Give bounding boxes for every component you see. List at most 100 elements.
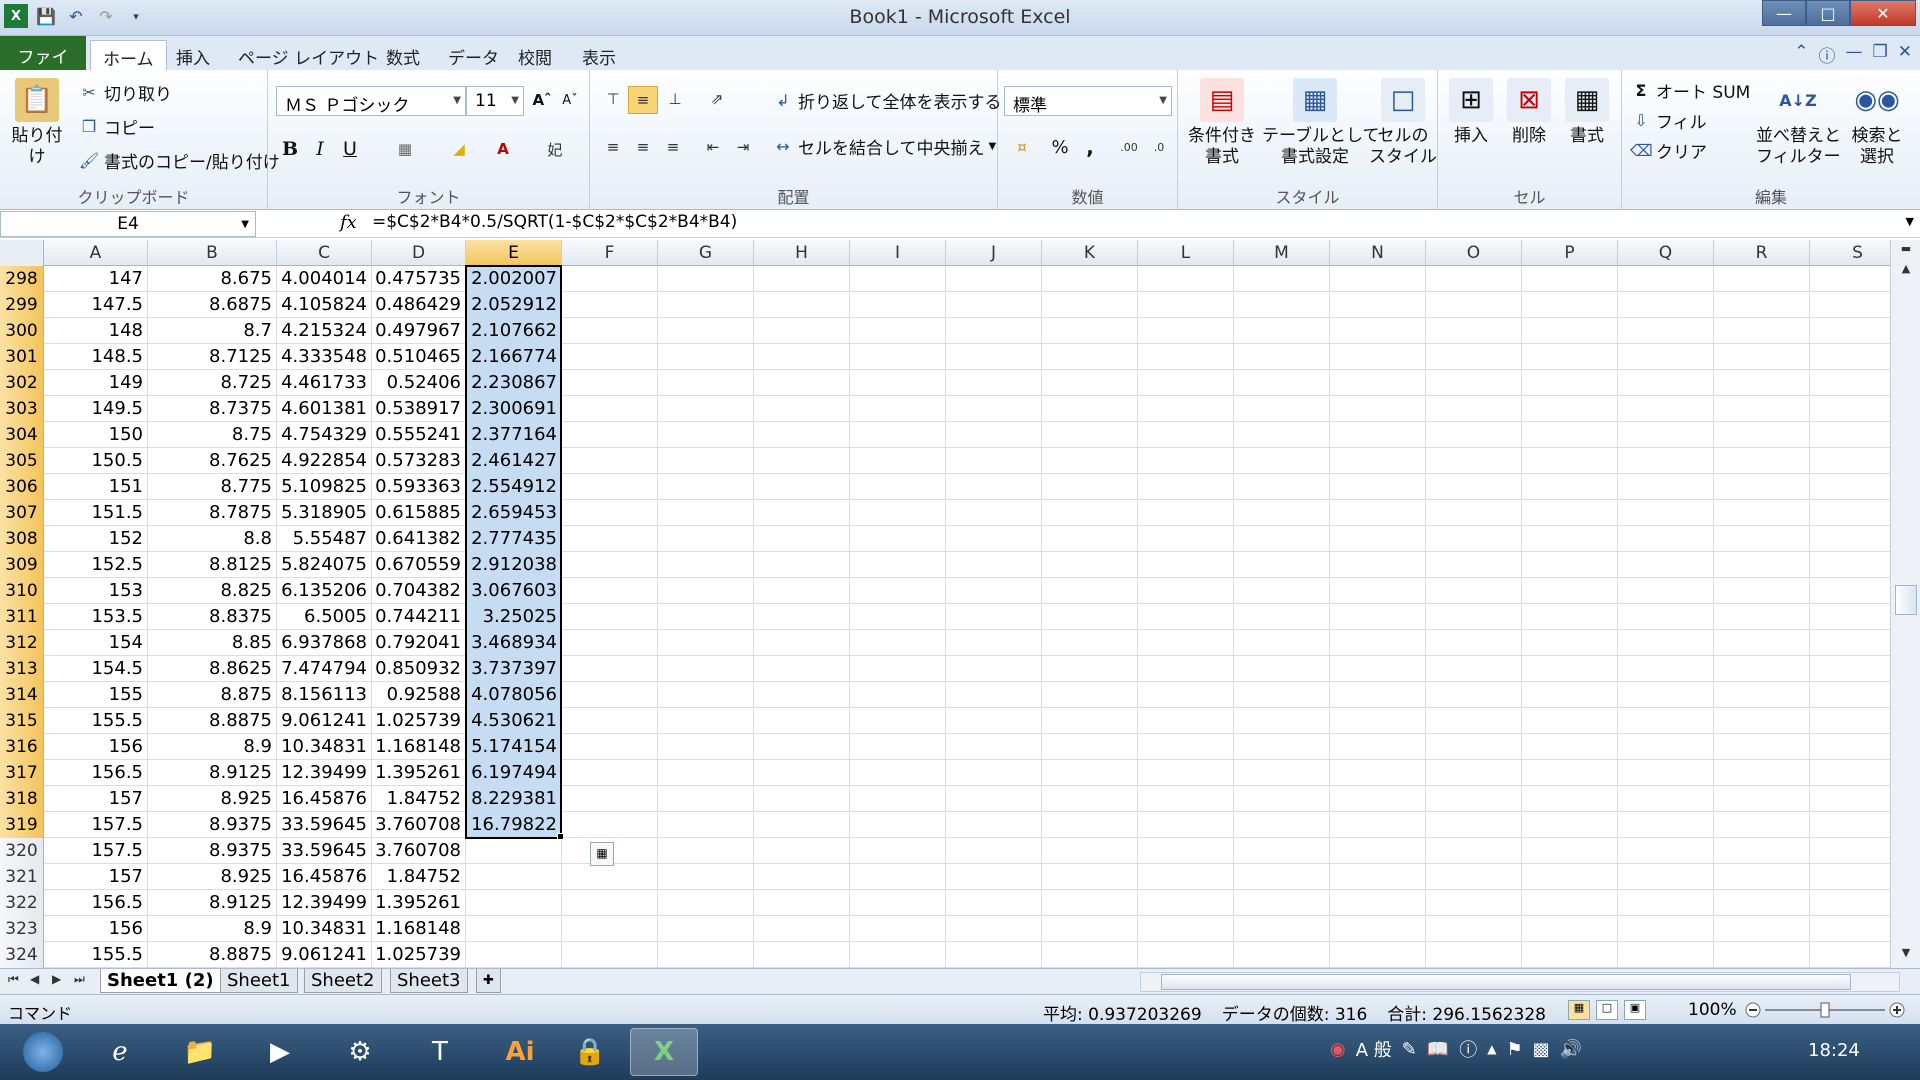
cell-a[interactable]: 154.5 [44, 656, 148, 682]
cell-e[interactable]: 8.229381 [466, 786, 562, 812]
cell-empty[interactable] [754, 734, 850, 760]
cell-b[interactable]: 8.7125 [148, 344, 277, 370]
cell-empty[interactable] [1042, 630, 1138, 656]
cell-d[interactable]: 0.615885 [372, 500, 466, 526]
cell-a[interactable]: 147.5 [44, 292, 148, 318]
cell-empty[interactable] [946, 864, 1042, 890]
cell-empty[interactable] [850, 500, 946, 526]
cell-empty[interactable] [1042, 422, 1138, 448]
cell-b[interactable]: 8.6875 [148, 292, 277, 318]
cell-a[interactable]: 149.5 [44, 396, 148, 422]
cell-d[interactable]: 3.760708 [372, 812, 466, 838]
cell-empty[interactable] [850, 266, 946, 292]
cell-e[interactable]: 2.659453 [466, 500, 562, 526]
cell-empty[interactable] [1810, 500, 1890, 526]
cell-empty[interactable] [850, 812, 946, 838]
cell-b[interactable]: 8.75 [148, 422, 277, 448]
cell-empty[interactable] [1426, 344, 1522, 370]
cell-b[interactable]: 8.7625 [148, 448, 277, 474]
first-sheet-icon[interactable]: ⏮ [8, 972, 19, 987]
cell-empty[interactable] [1330, 656, 1426, 682]
cell-empty[interactable] [1426, 890, 1522, 916]
cell-empty[interactable] [1234, 344, 1330, 370]
next-sheet-icon[interactable]: ▶ [52, 972, 61, 986]
cell-empty[interactable] [1138, 422, 1234, 448]
font-size-combo[interactable]: 11 ▼ [466, 86, 524, 116]
cell-c[interactable]: 5.109825 [277, 474, 372, 500]
cell-empty[interactable] [1426, 474, 1522, 500]
cell-empty[interactable] [1618, 448, 1714, 474]
cell-b[interactable]: 8.8625 [148, 656, 277, 682]
ime-help-icon[interactable]: ⓘ [1459, 1036, 1477, 1062]
cell-c[interactable]: 5.318905 [277, 500, 372, 526]
cell-e[interactable]: 16.79822 [466, 812, 562, 838]
cell-empty[interactable] [1234, 630, 1330, 656]
cell-empty[interactable] [1138, 864, 1234, 890]
row-header[interactable]: 301 [0, 344, 44, 370]
cell-empty[interactable] [1522, 630, 1618, 656]
column-header-i[interactable]: I [850, 240, 946, 266]
cell-empty[interactable] [1618, 942, 1714, 968]
normal-view-icon[interactable]: ▦ [1568, 1000, 1590, 1020]
cell-a[interactable]: 152 [44, 526, 148, 552]
cell-b[interactable]: 8.8125 [148, 552, 277, 578]
cell-c[interactable]: 9.061241 [277, 942, 372, 968]
cell-empty[interactable] [754, 370, 850, 396]
cell-empty[interactable] [1714, 370, 1810, 396]
cell-empty[interactable] [1138, 916, 1234, 942]
tab-data[interactable]: データ [436, 40, 511, 70]
cell-empty[interactable] [850, 838, 946, 864]
cell-empty[interactable] [1714, 812, 1810, 838]
cell-empty[interactable] [850, 656, 946, 682]
cell-empty[interactable] [1138, 734, 1234, 760]
cell-empty[interactable] [1714, 474, 1810, 500]
cell-d[interactable]: 0.573283 [372, 448, 466, 474]
row-header[interactable]: 300 [0, 318, 44, 344]
cell-e[interactable]: 2.777435 [466, 526, 562, 552]
cell-empty[interactable] [1714, 396, 1810, 422]
prev-sheet-icon[interactable]: ◀ [30, 972, 39, 986]
cell-empty[interactable] [754, 812, 850, 838]
cell-empty[interactable] [946, 838, 1042, 864]
collapse-ribbon-icon[interactable]: ⌃ [1794, 42, 1808, 67]
cell-empty[interactable] [1138, 266, 1234, 292]
cell-empty[interactable] [1330, 812, 1426, 838]
cell-b[interactable]: 8.725 [148, 370, 277, 396]
cell-empty[interactable] [1042, 604, 1138, 630]
cell-empty[interactable] [562, 448, 658, 474]
format-painter-button[interactable]: 🖌 書式のコピー/貼り付け [78, 148, 280, 173]
cell-a[interactable]: 157 [44, 786, 148, 812]
autosum-button[interactable]: Σ オート SUM [1630, 78, 1751, 103]
cell-empty[interactable] [1234, 422, 1330, 448]
sheet-tab-sheet2[interactable]: Sheet2 [304, 969, 382, 993]
cell-empty[interactable] [1522, 838, 1618, 864]
align-right-icon[interactable]: ≡ [660, 134, 686, 160]
dictionary-icon[interactable]: 📖 [1427, 1039, 1449, 1060]
cell-b[interactable]: 8.9375 [148, 812, 277, 838]
cell-empty[interactable] [850, 630, 946, 656]
tab-file[interactable]: ファイル [0, 36, 86, 93]
cell-a[interactable]: 148.5 [44, 344, 148, 370]
cell-empty[interactable] [1522, 916, 1618, 942]
cell-empty[interactable] [1330, 448, 1426, 474]
security-app-icon[interactable]: 🔒 [556, 1028, 624, 1076]
cell-empty[interactable] [1810, 448, 1890, 474]
cell-empty[interactable] [850, 396, 946, 422]
cell-empty[interactable] [562, 786, 658, 812]
cell-empty[interactable] [1522, 656, 1618, 682]
cell-empty[interactable] [1810, 578, 1890, 604]
action-center-icon[interactable]: ⚑ [1507, 1039, 1523, 1060]
cell-d[interactable]: 1.168148 [372, 916, 466, 942]
cell-empty[interactable] [1426, 760, 1522, 786]
row-header[interactable]: 305 [0, 448, 44, 474]
underline-button[interactable]: U [338, 136, 362, 162]
cell-empty[interactable] [1042, 318, 1138, 344]
cell-empty[interactable] [1810, 838, 1890, 864]
cell-empty[interactable] [1618, 552, 1714, 578]
cell-empty[interactable] [658, 838, 754, 864]
row-header[interactable]: 321 [0, 864, 44, 890]
cell-d[interactable]: 1.84752 [372, 864, 466, 890]
cell-empty[interactable] [850, 292, 946, 318]
column-header-d[interactable]: D [372, 240, 466, 266]
cell-empty[interactable] [658, 344, 754, 370]
